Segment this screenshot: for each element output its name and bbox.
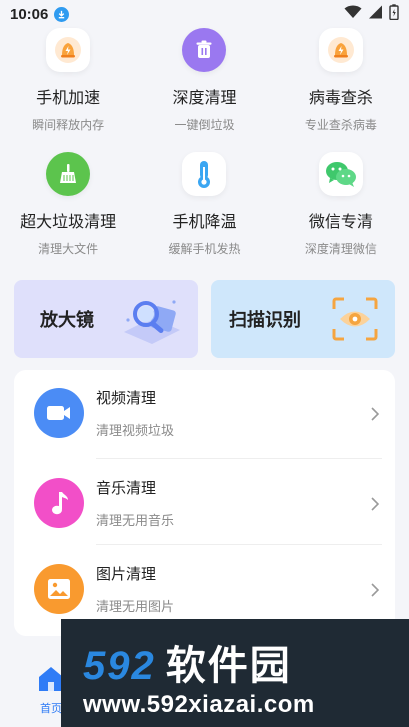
list-item-title: 视频清理 [96, 390, 157, 407]
tool-phone-boost[interactable]: 手机加速 瞬间释放内存 [0, 28, 136, 133]
trash-icon [182, 28, 227, 72]
chevron-right-icon [371, 406, 380, 425]
tools-grid-row2: 超大垃圾清理 清理大文件 手机降温 缓解手机发热 微信专清 深度清理微信 [0, 152, 409, 257]
list-item-subtitle: 清理视频垃圾 [96, 423, 175, 438]
rocket-bell-icon [46, 28, 91, 72]
music-note-icon [34, 478, 84, 528]
status-bar: 10:06 [0, 0, 409, 28]
status-time: 10:06 [10, 5, 49, 23]
scan-banner-label: 扫描识别 [229, 310, 301, 330]
shield-bolt-icon [318, 28, 363, 72]
download-icon [54, 6, 70, 22]
tool-title: 手机加速 [36, 90, 101, 107]
tool-subtitle: 专业查杀病毒 [304, 118, 377, 132]
tool-title: 微信专清 [308, 214, 373, 231]
broom-icon [46, 152, 91, 196]
tools-grid-row1: 手机加速 瞬间释放内存 深度清理 一键倒垃圾 病毒查杀 专业查杀病毒 [0, 28, 409, 133]
chevron-right-icon [371, 582, 380, 601]
tool-subtitle: 一键倒垃圾 [174, 118, 235, 132]
tool-subtitle: 缓解手机发热 [168, 242, 241, 256]
tool-title: 超大垃圾清理 [20, 214, 117, 231]
scan-eye-icon [331, 296, 379, 347]
watermark-banner: 592 软件园 www.592xiazai.com [61, 619, 409, 727]
divider [96, 544, 382, 545]
watermark-brand: 592 软件园 [83, 633, 292, 691]
video-icon [34, 388, 84, 438]
wechat-icon [318, 152, 363, 196]
image-icon [34, 564, 84, 614]
scan-banner[interactable]: 扫描识别 [211, 280, 395, 358]
watermark-url: www.592xiazai.com [83, 691, 315, 718]
tool-phone-cool[interactable]: 手机降温 缓解手机发热 [136, 152, 272, 257]
signal-icon [368, 5, 383, 23]
magnifier-icon [118, 294, 184, 351]
watermark-brand-cn: 软件园 [165, 644, 292, 688]
list-item-title: 音乐清理 [96, 480, 157, 497]
divider [96, 458, 382, 459]
tool-subtitle: 深度清理微信 [304, 242, 377, 256]
tool-title: 病毒查杀 [308, 90, 373, 107]
watermark-brand-number: 592 [83, 644, 156, 688]
tool-wechat-clean[interactable]: 微信专清 深度清理微信 [273, 152, 409, 257]
magnifier-banner-label: 放大镜 [40, 310, 94, 330]
cleanup-list-card: 视频清理 清理视频垃圾 音乐清理 清理无用音乐 图片清理 清理无用图片 [14, 370, 395, 636]
tool-large-junk-clean[interactable]: 超大垃圾清理 清理大文件 [0, 152, 136, 257]
list-item-title: 图片清理 [96, 566, 157, 583]
thermometer-icon [182, 152, 227, 196]
tool-subtitle: 瞬间释放内存 [32, 118, 105, 132]
tool-deep-clean[interactable]: 深度清理 一键倒垃圾 [136, 28, 272, 133]
battery-icon [389, 4, 399, 24]
tool-virus-scan[interactable]: 病毒查杀 专业查杀病毒 [273, 28, 409, 133]
tool-title: 手机降温 [172, 214, 237, 231]
list-item-subtitle: 清理无用图片 [96, 599, 175, 614]
list-item-video[interactable]: 视频清理 清理视频垃圾 [14, 370, 395, 456]
list-item-music[interactable]: 音乐清理 清理无用音乐 [14, 460, 395, 546]
tool-title: 深度清理 [172, 90, 237, 107]
nav-home-label: 首页 [40, 703, 62, 715]
list-item-subtitle: 清理无用音乐 [96, 513, 175, 528]
wifi-icon [344, 5, 362, 23]
magnifier-banner[interactable]: 放大镜 [14, 280, 198, 358]
tool-subtitle: 清理大文件 [38, 242, 99, 256]
chevron-right-icon [371, 496, 380, 515]
